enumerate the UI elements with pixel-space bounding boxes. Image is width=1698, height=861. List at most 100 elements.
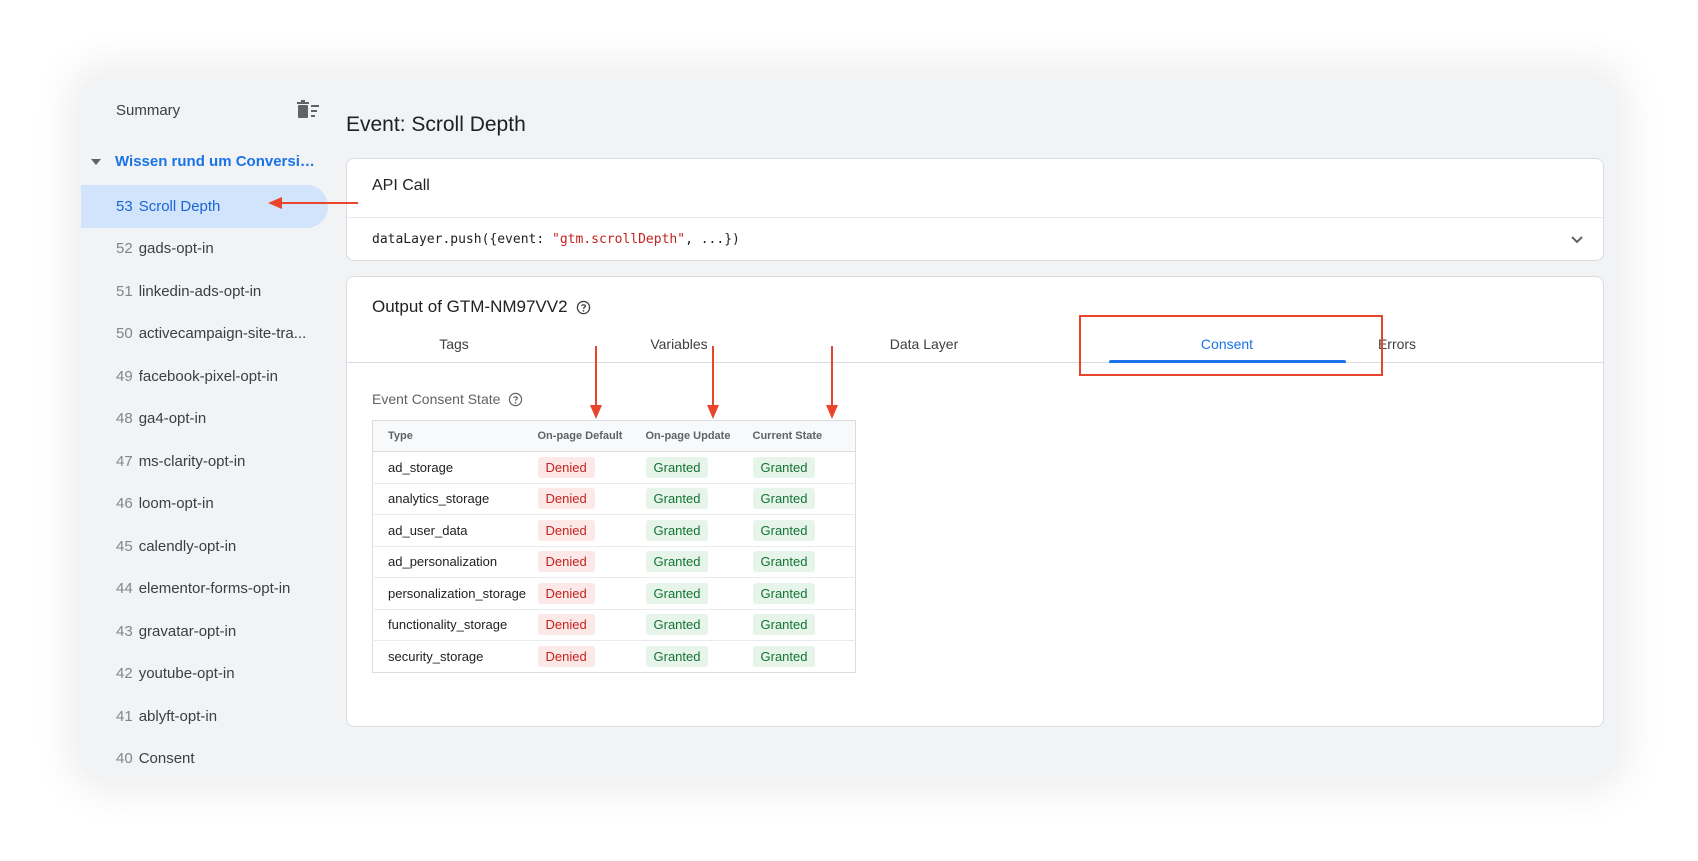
chevron-down-icon[interactable] [1569,231,1585,247]
denied-badge: Denied [537,645,595,667]
consent-state-cell: Granted [752,514,856,547]
consent-state-cell: Denied [537,577,646,610]
output-tabs: Tags Variables Data Layer Consent Errors [347,325,1603,363]
consent-state-cell: Denied [537,451,646,484]
event-number: 53 [116,197,133,215]
sidebar-group-label: Wissen rund um Conversio... [115,153,320,170]
sidebar-event-item[interactable]: 42 youtube-opt-in [81,653,331,696]
summary-link[interactable]: Summary [116,102,180,119]
denied-badge: Denied [537,614,595,636]
consent-state-cell: Granted [645,546,753,578]
event-label: youtube-opt-in [138,665,235,683]
consent-state-cell: Granted [645,609,753,641]
code-suffix: , ...}) [685,232,740,247]
table-row: functionality_storage Denied Granted Grante… [372,609,856,641]
event-label: ablyft-opt-in [138,707,218,725]
event-label: facebook-pixel-opt-in [138,367,278,385]
consent-type-cell: security_storage [388,648,484,664]
code-prefix: dataLayer.push({event: [372,232,553,247]
event-label: calendly-opt-in [138,537,237,555]
column-header: Current State [752,420,856,452]
sidebar-event-item[interactable]: 49 facebook-pixel-opt-in [81,355,331,398]
sidebar-event-item[interactable]: 47 ms-clarity-opt-in [81,440,331,483]
event-label: loom-opt-in [138,495,214,513]
sidebar-event-item[interactable]: 50 activecampaign-site-tra... [81,313,331,356]
event-label: gravatar-opt-in [138,622,237,640]
sidebar-event-item[interactable]: 48 ga4-opt-in [81,398,331,441]
api-call-card: API Call dataLayer.push({event: "gtm.scr… [346,158,1604,261]
event-list: 53 Scroll Depth 52 gads-opt-in 51 linkedin-ad… [81,185,331,780]
annotation-highlight-box [1079,315,1383,376]
sidebar-event-item[interactable]: 53 Scroll Depth [81,185,328,228]
granted-badge: Granted [752,551,816,573]
consent-label-text: Event Consent State [372,391,501,407]
tag-assistant-window: Summary Wissen rund um Conversio... 53 Sc… [81,75,1616,780]
granted-badge: Granted [645,456,709,478]
help-icon[interactable] [508,392,523,407]
event-number: 42 [116,665,133,683]
granted-badge: Granted [645,614,709,636]
sidebar-event-item[interactable]: 52 gads-opt-in [81,228,331,271]
consent-type-cell: analytics_storage [372,483,538,515]
event-number: 52 [116,240,133,258]
consent-type-cell: ad_user_data [372,514,538,547]
consent-type-cell: functionality_storage [372,609,538,641]
code-string: "gtm.scrollDepth" [552,232,686,247]
consent-state-cell: Granted [752,451,856,484]
consent-state-cell: Granted [645,451,753,484]
sidebar-event-item[interactable]: 40 Consent [81,738,331,781]
consent-table: Type On-page Default On-page Update Curr… [372,420,856,673]
granted-badge: Granted [752,456,816,478]
granted-badge: Granted [645,488,709,510]
clear-messages-icon[interactable] [296,100,320,120]
api-call-title: API Call [372,177,430,194]
event-label: gads-opt-in [138,240,214,258]
page-title: Event: Scroll Depth [346,113,526,136]
consent-type-cell: ad_storage [372,451,538,484]
tab-data-layer[interactable]: Data Layer [872,336,976,352]
event-number: 44 [116,580,133,598]
consent-state-cell: Denied [537,483,646,515]
caret-down-icon [91,158,101,165]
help-icon[interactable] [576,300,591,315]
consent-state-cell: Granted [645,577,753,610]
output-card: Output of GTM-NM97VV2 Tags Variables Dat… [346,276,1604,727]
table-row: ad_personalization Denied Granted Granted [372,546,856,578]
event-number: 51 [116,282,133,300]
table-row: personalization_storage Denied Granted Gran… [372,577,856,610]
sidebar-event-item[interactable]: 46 loom-opt-in [81,483,331,526]
sidebar-event-item[interactable]: 45 calendly-opt-in [81,525,331,568]
tab-variables[interactable]: Variables [633,336,725,352]
consent-type-cell: personalization_storage [372,577,538,610]
column-header: On-page Update [645,420,753,452]
table-body: ad_storage Denied Granted Granted analytics_… [372,451,856,673]
sidebar-event-item[interactable]: 44 elementor-forms-opt-in [81,568,331,611]
sidebar-page-group[interactable]: Wissen rund um Conversio... [89,153,320,170]
tab-tags[interactable]: Tags [409,336,499,352]
denied-badge: Denied [537,519,595,541]
event-label: Consent [138,750,195,768]
consent-state-cell: Denied [537,546,646,578]
granted-badge: Granted [752,519,816,541]
denied-badge: Denied [537,582,595,604]
sidebar-event-item[interactable]: 43 gravatar-opt-in [81,610,331,653]
event-number: 47 [116,452,133,470]
divider [347,217,1603,218]
api-call-code[interactable]: dataLayer.push({event: "gtm.scrollDepth"… [372,232,740,247]
sidebar-event-item[interactable]: 41 ablyft-opt-in [81,695,331,738]
consent-state-cell: Denied [537,641,646,673]
event-label: activecampaign-site-tra... [138,325,307,343]
denied-badge: Denied [537,551,595,573]
sidebar-event-item[interactable]: 51 linkedin-ads-opt-in [81,270,331,313]
event-number: 50 [116,325,133,343]
consent-state-cell: Granted [645,483,753,515]
granted-badge: Granted [645,645,709,667]
denied-badge: Denied [537,456,595,478]
granted-badge: Granted [752,582,816,604]
output-title: Output of GTM-NM97VV2 [372,297,591,317]
granted-badge: Granted [752,614,816,636]
consent-type-cell: ad_personalization [372,546,538,578]
event-number: 46 [116,495,133,513]
granted-badge: Granted [645,551,709,573]
table-row: ad_storage Denied Granted Granted [372,451,856,484]
